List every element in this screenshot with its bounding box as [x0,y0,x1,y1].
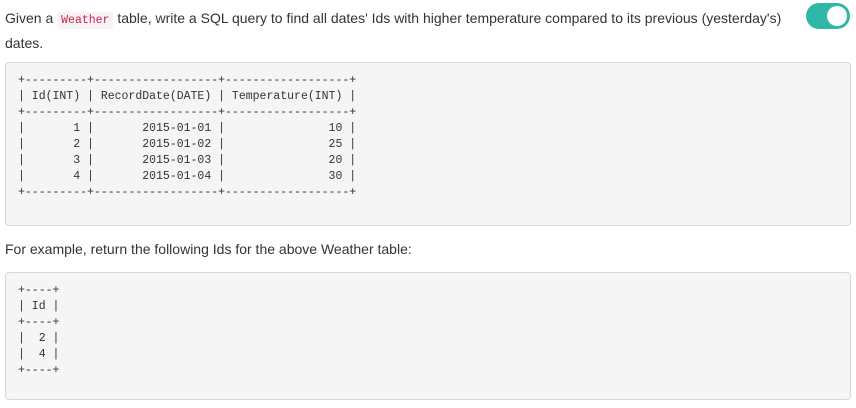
weather-table-code-block: +---------+------------------+----------… [5,62,851,226]
weather-inline-code: Weather [57,12,114,29]
toggle-knob [827,6,847,26]
result-table-code-block: +----+ | Id | +----+ | 2 | | 4 | +----+ [5,272,851,400]
description-text: Given a Weather table, write a SQL query… [5,7,795,55]
description-suffix: table, write a SQL query to find all dat… [5,10,782,51]
problem-description: Given a Weather table, write a SQL query… [5,0,853,400]
description-row: Given a Weather table, write a SQL query… [5,0,853,62]
example-text: For example, return the following Ids fo… [5,241,412,257]
description-prefix: Given a [5,10,58,26]
toggle-switch[interactable] [806,3,850,29]
